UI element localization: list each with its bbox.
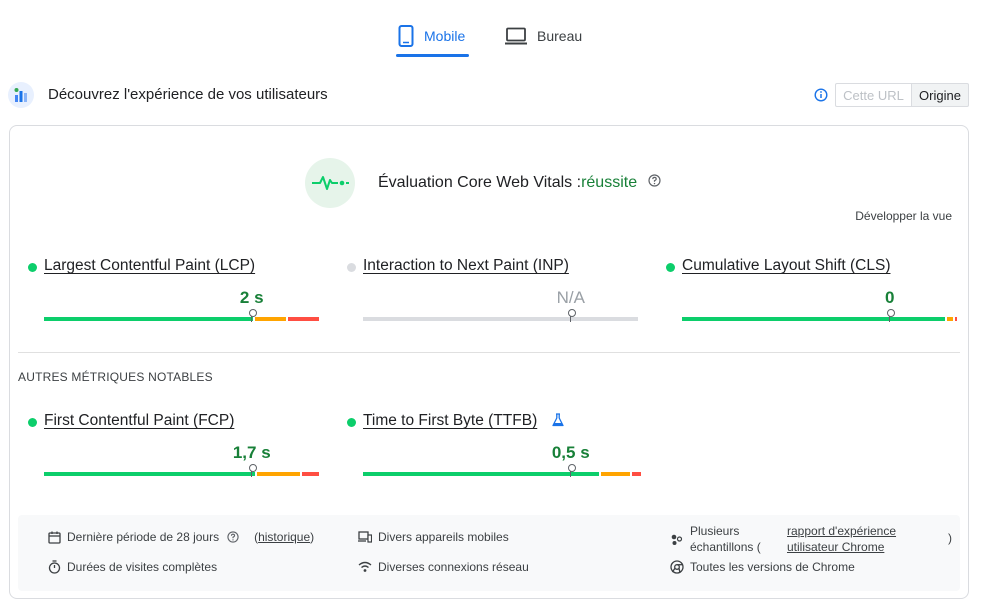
laptop-icon (505, 27, 527, 45)
p75-marker (248, 309, 257, 322)
metric-value: 0 (885, 288, 895, 307)
p75-marker (567, 464, 576, 477)
help-icon[interactable] (227, 531, 245, 543)
calendar-icon (48, 531, 61, 544)
tab-desktop[interactable]: Bureau (505, 14, 582, 58)
expand-view-link[interactable]: Développer la vue (855, 209, 952, 223)
origin-toggle[interactable]: Origine (911, 83, 969, 107)
status-dot (347, 418, 356, 427)
page-title: Découvrez l'expérience de vos utilisateu… (48, 86, 328, 103)
needs-improvement-segment (257, 472, 300, 476)
device-types: Divers appareils mobiles (358, 530, 509, 544)
status-dot (347, 263, 356, 272)
good-segment (682, 317, 945, 321)
durations-text: Durées de visites complètes (67, 560, 218, 574)
distribution-bar (363, 472, 641, 476)
poor-segment (954, 317, 957, 321)
metric-name-link[interactable]: Interaction to Next Paint (INP) (363, 257, 569, 275)
good-segment (44, 317, 253, 321)
good-segment (44, 472, 256, 476)
devices-text: Divers appareils mobiles (378, 530, 509, 544)
network-text: Diverses connexions réseau (378, 560, 529, 574)
this-url-toggle[interactable]: Cette URL (835, 83, 912, 107)
field-data-card: Évaluation Core Web Vitals :réussite Dév… (9, 125, 969, 599)
poor-segment (631, 472, 641, 476)
distribution-bar (44, 472, 321, 476)
crux-logo-icon (8, 82, 34, 108)
distribution-bar (682, 317, 959, 321)
cwv-result: réussite (581, 174, 638, 192)
device-tabs: Mobile Bureau (0, 14, 982, 58)
chrome-icon (670, 560, 684, 574)
visit-durations: Durées de visites complètes (48, 560, 217, 574)
status-dot (666, 263, 675, 272)
samples-icon (671, 534, 683, 545)
metric-ttfb: Time to First Byte (TTFB) 0,5 s (347, 412, 641, 482)
tab-mobile-label: Mobile (424, 28, 466, 44)
other-metrics-heading: AUTRES MÉTRIQUES NOTABLES (18, 370, 213, 384)
collection-period: Dernière période de 28 jours (historique… (48, 530, 314, 544)
metric-fcp: First Contentful Paint (FCP) 1,7 s (28, 412, 319, 482)
metric-value: 2 s (239, 288, 264, 307)
wifi-icon (358, 561, 372, 572)
devices-icon (358, 531, 372, 543)
metric-name-link[interactable]: Largest Contentful Paint (LCP) (44, 257, 255, 275)
chrome-text: Toutes les versions de Chrome (690, 560, 855, 574)
history-link[interactable]: historique (258, 530, 310, 544)
samples-suffix: ) (948, 531, 952, 545)
chrome-versions: Toutes les versions de Chrome (670, 560, 855, 574)
period-text: Dernière période de 28 jours (67, 530, 220, 544)
good-segment (363, 317, 638, 321)
tab-mobile[interactable]: Mobile (398, 14, 465, 58)
metric-value: N/A (556, 288, 585, 307)
history-paren: (historique) (254, 530, 315, 544)
metric-name-link[interactable]: Cumulative Layout Shift (CLS) (682, 257, 890, 275)
needs-improvement-segment (601, 472, 630, 476)
active-tab-indicator (396, 54, 469, 57)
metric-value: 0,5 s (551, 443, 590, 462)
info-icon[interactable] (814, 88, 828, 102)
good-segment (363, 472, 600, 476)
tab-desktop-label: Bureau (537, 28, 583, 44)
p75-marker (886, 309, 895, 322)
cwv-label: Évaluation Core Web Vitals : (378, 174, 582, 192)
distribution-bar (44, 317, 321, 321)
network-types: Diverses connexions réseau (358, 560, 529, 574)
cwv-assessment: Évaluation Core Web Vitals :réussite (378, 174, 661, 192)
data-collection-summary: Dernière période de 28 jours (historique… (18, 515, 960, 591)
metric-name-link[interactable]: Time to First Byte (TTFB) (363, 412, 537, 430)
poor-segment (287, 317, 319, 321)
status-dot (28, 263, 37, 272)
samples-prefix: Plusieurs échantillons ( (690, 524, 761, 554)
p75-marker (567, 309, 576, 322)
field-data-header: Découvrez l'expérience de vos utilisateu… (8, 80, 970, 110)
section-divider (18, 352, 960, 353)
smartphone-icon (398, 25, 414, 47)
needs-improvement-segment (254, 317, 286, 321)
metric-value: 1,7 s (232, 443, 271, 462)
metric-cls: Cumulative Layout Shift (CLS) 0 (666, 257, 957, 327)
distribution-bar (363, 317, 640, 321)
metric-lcp: Largest Contentful Paint (LCP) 2 s (28, 257, 319, 327)
metric-inp: Interaction to Next Paint (INP) N/A (347, 257, 638, 327)
crux-report-link[interactable]: rapport d'expérience utilisateur Chrome (787, 523, 912, 555)
needs-improvement-segment (946, 317, 953, 321)
p75-marker (248, 464, 257, 477)
experimental-flask-icon (552, 413, 564, 432)
stopwatch-icon (48, 560, 61, 574)
sample-count: Plusieurs échantillons ( rapport d'expér… (670, 523, 955, 557)
poor-segment (301, 472, 319, 476)
metric-name-link[interactable]: First Contentful Paint (FCP) (44, 412, 234, 430)
status-dot (28, 418, 37, 427)
help-icon[interactable] (647, 174, 661, 192)
pulse-badge-icon (305, 158, 355, 208)
